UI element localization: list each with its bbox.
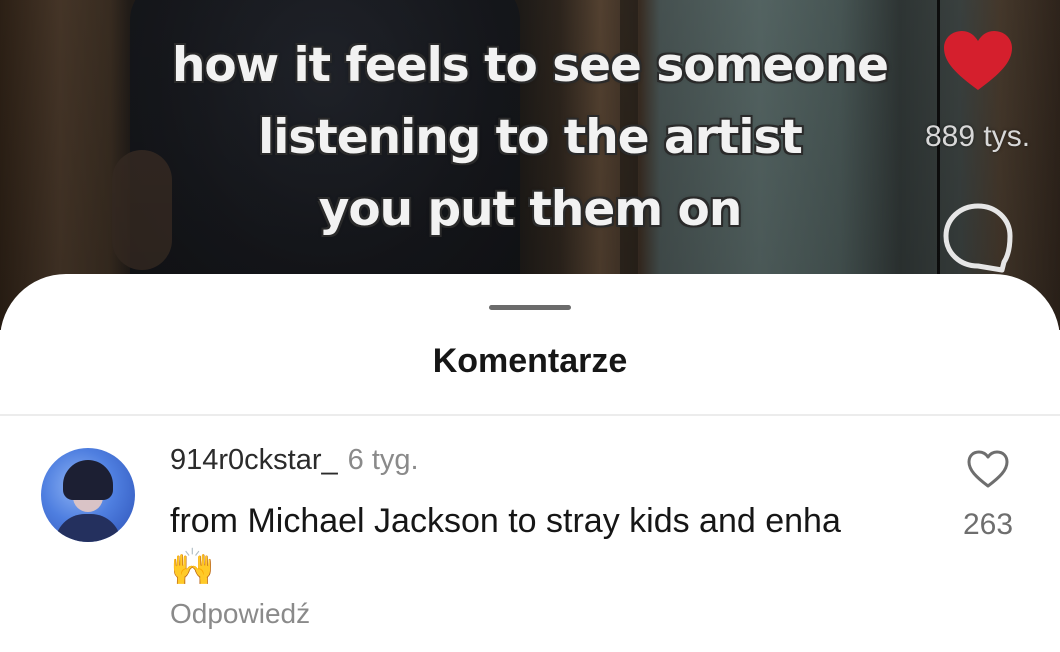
video-like-count: 889 tys. (924, 120, 1031, 153)
comment-time: 6 tyg. (347, 444, 419, 476)
raised-hands-emoji: 🙌 (170, 546, 215, 587)
heart-icon[interactable] (942, 30, 1014, 94)
sheet-drag-handle[interactable] (489, 305, 571, 310)
comment-body: from Michael Jackson to stray kids and e… (170, 502, 841, 540)
avatar[interactable] (41, 448, 135, 542)
comment-username[interactable]: 914r0ckstar_ (170, 444, 338, 476)
comment-text: from Michael Jackson to stray kids and e… (170, 498, 930, 591)
caption-line: how it feels to see someone (171, 38, 889, 93)
caption-line: listening to the artist (258, 110, 803, 165)
comment-item: 914r0ckstar_ 6 tyg. from Michael Jackson … (0, 416, 1060, 652)
video-caption: how it feels to see someone listening to… (100, 30, 960, 246)
caption-line: you put them on (318, 182, 743, 237)
heart-outline-icon[interactable] (966, 450, 1010, 490)
comment-bubble-icon[interactable] (942, 202, 1014, 274)
comment-meta: 914r0ckstar_ 6 tyg. (170, 444, 419, 477)
sheet-title: Komentarze (432, 342, 628, 380)
tiktok-comments-screen: how it feels to see someone listening to… (0, 0, 1060, 652)
comments-sheet: Komentarze 914r0ckstar_ 6 tyg. from Micha… (0, 274, 1060, 652)
comment-like-count: 263 (962, 508, 1014, 541)
reply-button[interactable]: Odpowiedź (170, 598, 310, 630)
